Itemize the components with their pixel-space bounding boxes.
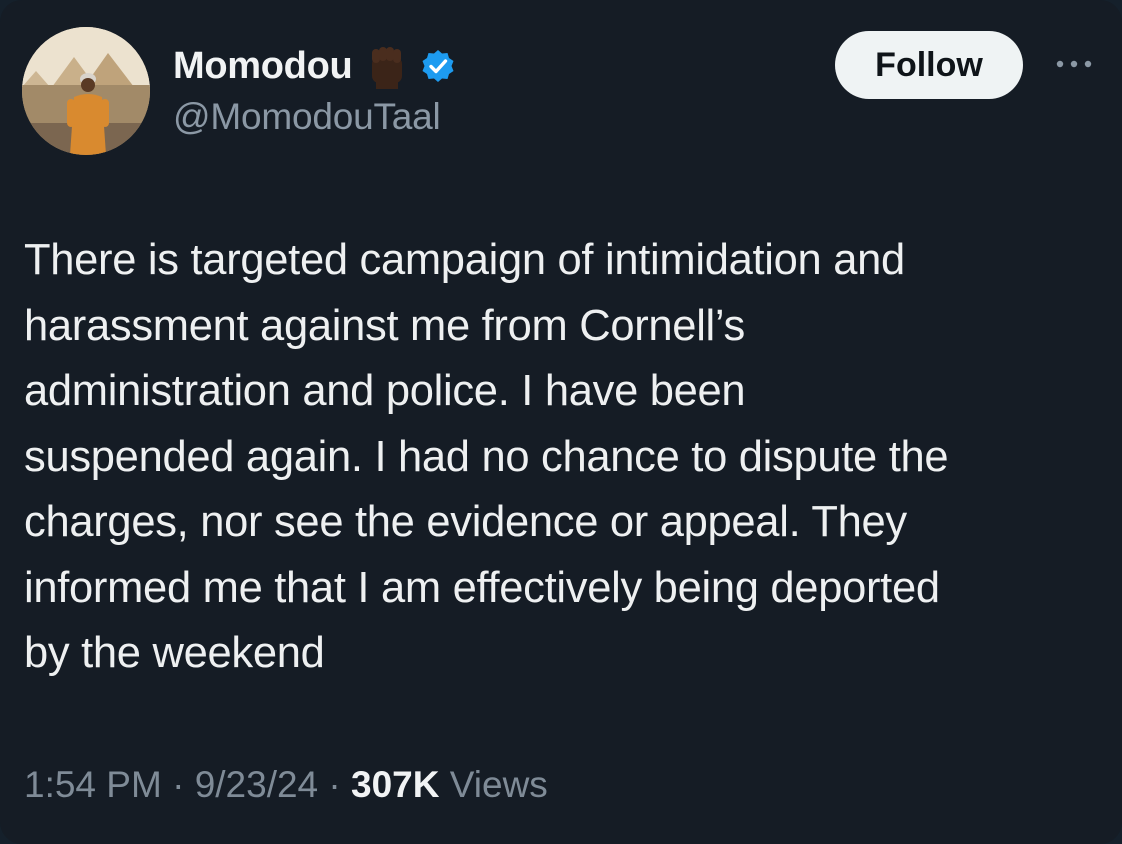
author-name-row: Momodou <box>173 40 456 92</box>
tweet-card: Momodou @MomodouTaal Follow There is tar… <box>0 0 1122 844</box>
author-handle[interactable]: @MomodouTaal <box>173 96 441 138</box>
tweet-text: There is targeted campaign of intimidati… <box>24 236 949 677</box>
more-horizontal-icon[interactable] <box>1050 54 1098 74</box>
raised-fist-icon <box>364 43 410 89</box>
tweet-date[interactable]: 9/23/24 <box>195 764 318 806</box>
author-display-name[interactable]: Momodou <box>173 45 353 88</box>
tweet-time[interactable]: 1:54 PM <box>24 764 162 806</box>
views-label: Views <box>439 764 548 805</box>
verified-badge-icon <box>420 48 456 84</box>
tweet-meta: 1:54 PM · 9/23/24 · 307K Views <box>24 764 548 806</box>
meta-separator: · <box>318 764 352 805</box>
avatar[interactable] <box>22 27 150 155</box>
views-count[interactable]: 307K <box>351 764 439 806</box>
avatar-photo-icon <box>22 27 150 155</box>
follow-button[interactable]: Follow <box>835 31 1023 99</box>
meta-separator: · <box>161 764 195 805</box>
